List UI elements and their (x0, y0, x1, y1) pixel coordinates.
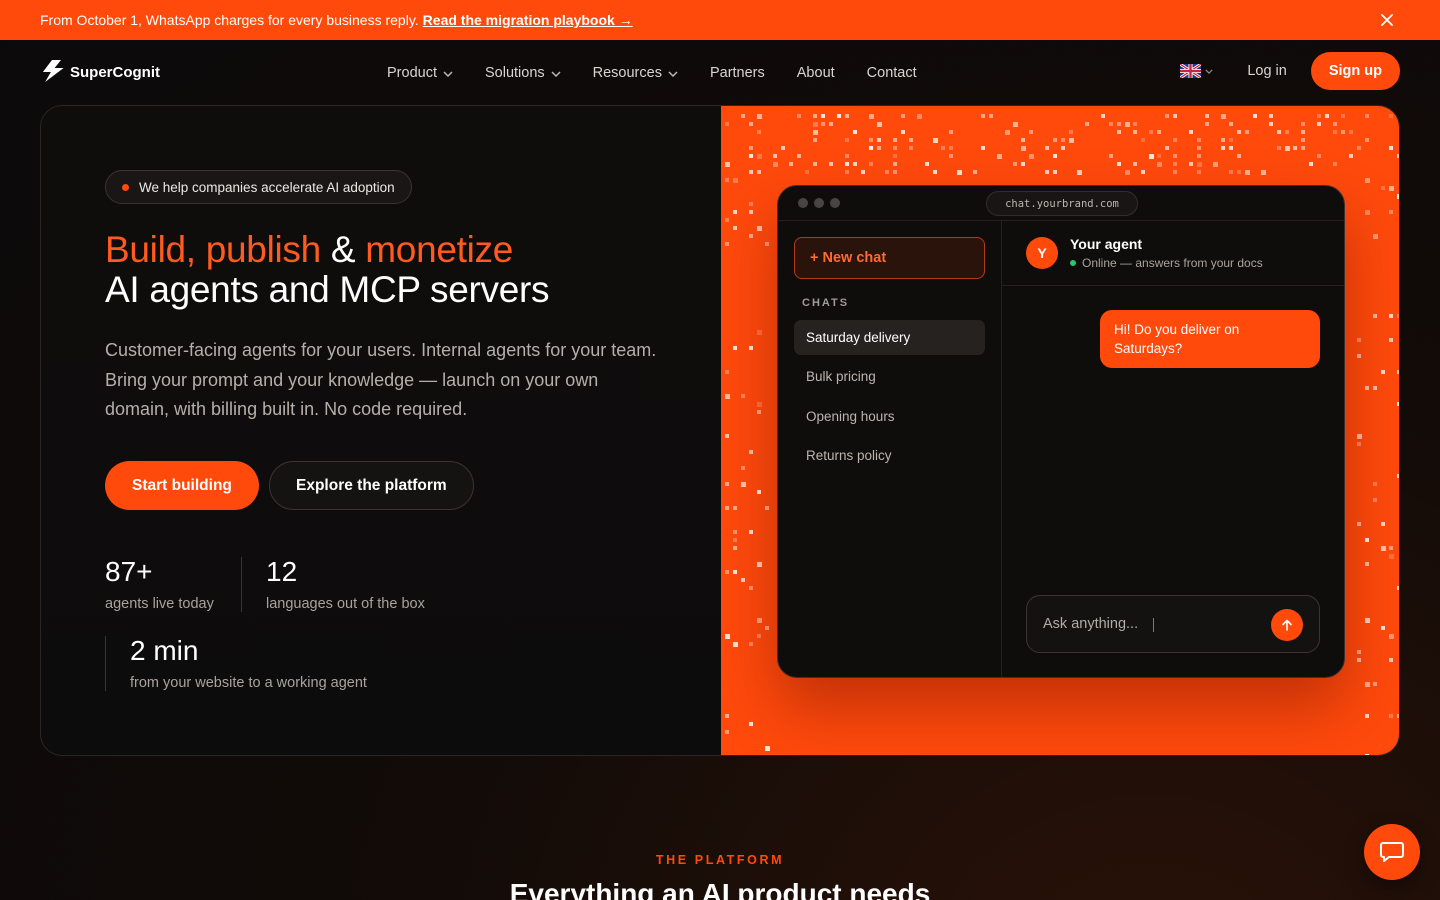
stat-divider (241, 557, 242, 612)
nav-item-contact[interactable]: Contact (867, 65, 917, 81)
chevron-down-icon (551, 70, 561, 77)
send-button[interactable] (1271, 609, 1303, 641)
uk-flag-icon (1180, 64, 1202, 78)
top-nav: SuperCognit Product Solutions Resources … (0, 40, 1440, 105)
agent-header: Y Your agent Online — answers from your … (1002, 221, 1344, 286)
chat-sidebar: + New chat CHATS Saturday delivery Bulk … (778, 221, 1002, 677)
ask-anything-input[interactable] (1043, 614, 1253, 634)
close-icon[interactable] (1378, 11, 1396, 29)
announcement-bar: From October 1, WhatsApp charges for eve… (0, 0, 1440, 40)
nav-item-label: Product (387, 64, 437, 81)
online-dot-icon (1070, 260, 1076, 266)
nav-item-label: About (796, 64, 835, 81)
brand-logo[interactable]: SuperCognit (40, 59, 160, 86)
migration-playbook-link[interactable]: Read the migration playbook → (423, 12, 633, 28)
chat-item-bulk-pricing[interactable]: Bulk pricing (794, 359, 985, 394)
nav-item-label: Resources (592, 64, 662, 81)
stat-label: agents live today (105, 596, 214, 612)
user-message-bubble: Hi! Do you deliver on Saturdays? (1100, 310, 1320, 368)
main-menu: Product Solutions Resources Partners Abo… (387, 40, 949, 105)
nav-item-product[interactable]: Product (387, 65, 453, 81)
start-building-button[interactable]: Start building (105, 461, 259, 510)
headline-word-monetize: monetize (365, 229, 513, 270)
window-titlebar: chat.yourbrand.com (778, 186, 1344, 221)
new-chat-button[interactable]: + New chat (794, 237, 985, 279)
chat-widget-button[interactable] (1364, 824, 1420, 880)
hero-visual: chat.yourbrand.com + New chat CHATS Satu… (721, 106, 1399, 755)
announcement-text: From October 1, WhatsApp charges for eve… (40, 12, 419, 28)
nav-item-about[interactable]: About (797, 65, 835, 81)
chevron-down-icon (1205, 68, 1213, 74)
chat-bubble-icon (1380, 842, 1404, 862)
text-caret (1153, 618, 1154, 632)
language-selector[interactable] (1180, 64, 1213, 78)
chat-item-opening-hours[interactable]: Opening hours (794, 399, 985, 434)
agent-status: Online — answers from your docs (1070, 256, 1263, 270)
agent-avatar: Y (1026, 237, 1058, 269)
arrow-up-icon (1282, 619, 1292, 631)
stat-value: 2 min (130, 635, 199, 666)
brand-name: SuperCognit (70, 64, 160, 81)
stat-label: languages out of the box (266, 596, 425, 612)
nav-item-label: Partners (709, 64, 765, 81)
hero-card: We help companies accelerate AI adoption… (40, 105, 1400, 756)
window-dot-icon (830, 198, 840, 208)
hero-content: We help companies accelerate AI adoption… (41, 106, 721, 755)
agent-status-text: Online — answers from your docs (1082, 256, 1263, 270)
chevron-down-icon (668, 70, 678, 77)
nav-item-solutions[interactable]: Solutions (485, 65, 561, 81)
chevron-down-icon (443, 70, 453, 77)
stat-languages: 12 languages out of the box (266, 556, 425, 612)
stat-value: 12 (266, 556, 298, 587)
url-bar: chat.yourbrand.com (986, 191, 1138, 216)
badge-text: We help companies accelerate AI adoption (139, 179, 395, 195)
window-dot-icon (814, 198, 824, 208)
stat-divider (105, 636, 106, 691)
stat-setup-time: 2 min from your website to a working age… (130, 635, 367, 691)
chats-heading: CHATS (802, 297, 850, 309)
lightning-logo-icon (40, 59, 64, 86)
nav-item-label: Solutions (484, 64, 545, 81)
hero-subtitle: Customer-facing agents for your users. I… (105, 340, 657, 419)
headline-ampersand: & (330, 229, 356, 270)
stat-value: 87+ (105, 556, 153, 587)
nav-item-label: Contact (866, 64, 917, 81)
stat-label: from your website to a working agent (130, 675, 367, 691)
nav-item-resources[interactable]: Resources (593, 65, 678, 81)
stat-agents-live: 87+ agents live today (105, 556, 214, 612)
platform-title: Everything an AI product needs (509, 878, 931, 900)
headline-line-2: AI agents and MCP servers (105, 269, 550, 310)
nav-item-partners[interactable]: Partners (710, 65, 765, 81)
headline-word-build: Build (105, 229, 186, 270)
explore-platform-button[interactable]: Explore the platform (269, 461, 474, 510)
headline-word-publish: publish (205, 229, 321, 270)
window-dot-icon (798, 198, 808, 208)
login-link[interactable]: Log in (1247, 63, 1287, 79)
hero-headline: Build, publish & monetize AI agents and … (105, 229, 550, 310)
chat-item-returns-policy[interactable]: Returns policy (794, 438, 985, 473)
headline-comma: , (185, 229, 196, 270)
agent-name: Your agent (1070, 236, 1143, 252)
badge-dot-icon (122, 183, 129, 191)
chat-composer (1026, 595, 1320, 653)
signup-button[interactable]: Sign up (1310, 52, 1400, 90)
chat-item-saturday-delivery[interactable]: Saturday delivery (794, 320, 985, 355)
nav-actions: Log in Sign up (1180, 52, 1400, 90)
hero-badge: We help companies accelerate AI adoption (105, 170, 412, 204)
chat-demo-window: chat.yourbrand.com + New chat CHATS Satu… (777, 185, 1345, 678)
platform-eyebrow: THE PLATFORM (655, 853, 785, 867)
